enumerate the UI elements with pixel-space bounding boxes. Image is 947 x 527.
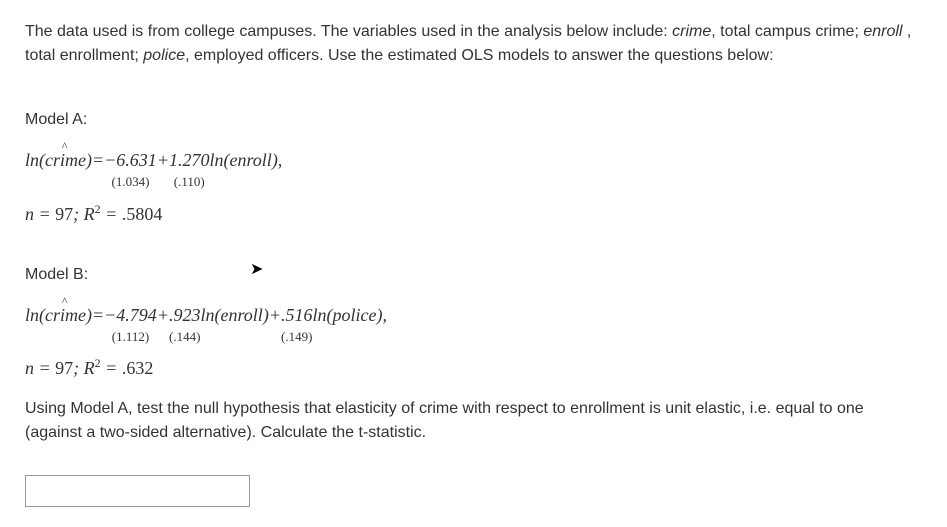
se-intercept: (1.034)	[104, 172, 157, 192]
eq-term-intercept-b: −4.794(1.112)	[104, 302, 157, 347]
model-a-stats: n = 97; R2 = .5804	[25, 200, 922, 228]
model-b-stats: n = 97; R2 = .632	[25, 354, 922, 382]
stat-r2-b: .632	[122, 358, 154, 378]
intro-var-enroll: enroll	[863, 23, 902, 40]
se-enroll: (.110)	[169, 172, 210, 192]
eq-equals-b: =	[92, 302, 104, 329]
eq-t1-ln: ln	[209, 147, 223, 174]
answer-input[interactable]	[25, 475, 250, 507]
eq-t1-ln-b: ln	[200, 302, 214, 329]
stat-eq2: =	[101, 204, 122, 224]
se-police-b: (.149)	[281, 327, 313, 347]
coef-intercept-b: −4.794	[104, 302, 157, 329]
coef-enroll-b: .923	[169, 302, 201, 329]
eq-term-enroll: 1.270(.110)	[169, 147, 210, 192]
eq-t1-var: enroll	[229, 147, 271, 174]
intro-var-police: police	[143, 47, 185, 64]
coef-enroll: 1.270	[169, 147, 210, 174]
eq-t1-var-b: enroll	[220, 302, 262, 329]
model-b-equation: ln(crime) = −4.794(1.112) + .923(.144)ln…	[25, 302, 922, 347]
eq-plus1: +	[157, 147, 169, 174]
stat-eq1: =	[34, 204, 55, 224]
model-b-label: Model B:	[25, 263, 922, 287]
eq-equals: =	[92, 147, 104, 174]
stat-eq1-b: =	[34, 358, 55, 378]
stat-eq2-b: =	[101, 358, 122, 378]
intro-def1: , total campus crime;	[711, 23, 863, 40]
question-text: Using Model A, test the null hypothesis …	[25, 397, 922, 445]
eq-term-intercept: −6.631(1.034)	[104, 147, 157, 192]
se-enroll-b: (.144)	[169, 327, 201, 347]
model-a-label: Model A:	[25, 108, 922, 132]
coef-police-b: .516	[281, 302, 313, 329]
stat-sep: ;	[73, 204, 84, 224]
stat-nval: 97	[55, 204, 73, 224]
stat-n-b: n	[25, 358, 34, 378]
eq-t2-ln-b: ln	[312, 302, 326, 329]
eq-term-enroll-b: .923(.144)	[169, 302, 201, 347]
eq-ln: ln	[25, 147, 39, 174]
stat-R-b: R	[84, 358, 95, 378]
stat-n: n	[25, 204, 34, 224]
stat-sep-b: ;	[73, 358, 84, 378]
eq-lhs-var-b: crime	[45, 302, 86, 329]
eq-ln-b: ln	[25, 302, 39, 329]
model-a-equation: ln(crime) = −6.631(1.034) + 1.270(.110)l…	[25, 147, 922, 192]
se-intercept-b: (1.112)	[104, 327, 157, 347]
intro-def3: , employed officers. Use the estimated O…	[185, 47, 773, 64]
eq-t2-close-b: ),	[376, 302, 387, 329]
coef-intercept: −6.631	[104, 147, 157, 174]
intro-text: The data used is from college campuses. …	[25, 20, 922, 68]
eq-t2-var-b: police	[332, 302, 376, 329]
eq-t1-close: ),	[272, 147, 283, 174]
eq-term-police-b: .516(.149)	[281, 302, 313, 347]
stat-nval-b: 97	[55, 358, 73, 378]
stat-r2: .5804	[122, 204, 163, 224]
intro-var-crime: crime	[672, 23, 711, 40]
eq-lhs-var: crime	[45, 147, 86, 174]
eq-plus1-b: +	[157, 302, 169, 329]
eq-plus2-b: +	[269, 302, 281, 329]
intro-pre: The data used is from college campuses. …	[25, 23, 672, 40]
stat-R: R	[84, 204, 95, 224]
